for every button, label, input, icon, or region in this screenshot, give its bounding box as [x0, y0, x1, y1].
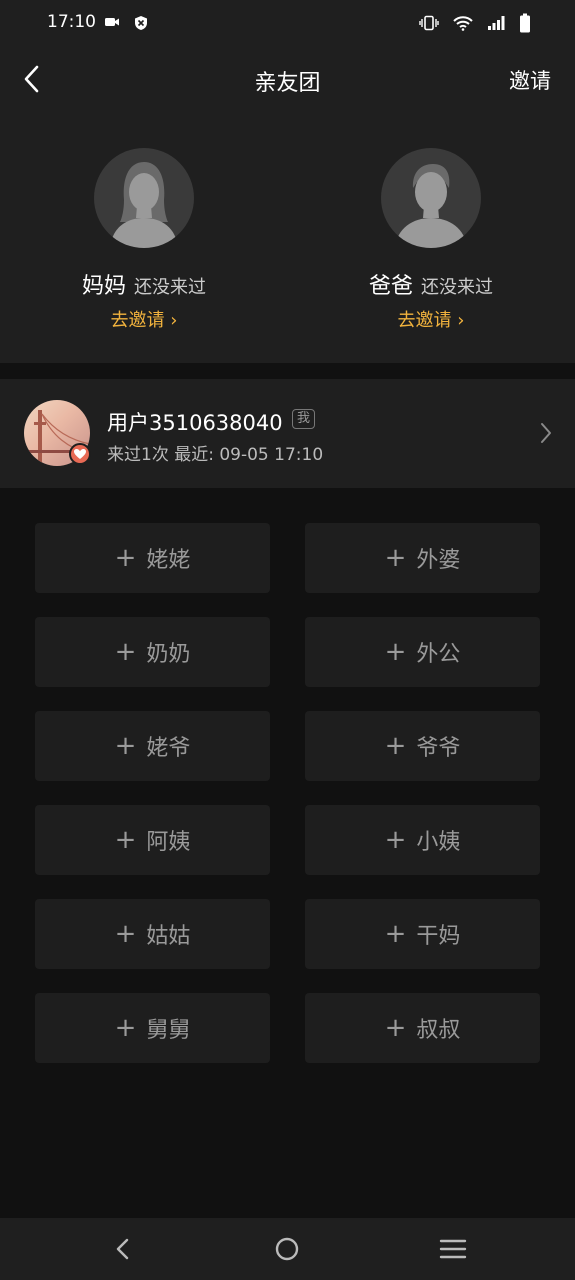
relation-label: 叔叔	[416, 1018, 461, 1043]
relations-grid: + 姥姥 + 外婆 + 奶奶 + 外公 + 姥爷 + 爷爷 + 阿姨 + 小姨 + 姑姑 + 干妈 …	[35, 523, 540, 1063]
add-relation-button[interactable]: + 姥爷	[35, 711, 270, 781]
parent-status: 还没来过	[134, 277, 206, 298]
relation-label: 小姨	[416, 830, 461, 855]
plus-icon: +	[384, 1013, 407, 1043]
nav-back-icon[interactable]	[108, 1237, 138, 1261]
relation-label: 姑姑	[146, 924, 191, 949]
parent-name: 爸爸	[368, 274, 413, 299]
nav-menu-icon[interactable]	[438, 1237, 468, 1261]
plus-icon: +	[384, 825, 407, 855]
page-title: 亲友团	[254, 71, 321, 96]
plus-icon: +	[384, 543, 407, 573]
add-relation-button[interactable]: + 小姨	[305, 805, 540, 875]
nav-home-icon[interactable]	[272, 1237, 302, 1261]
me-tag: 我	[292, 409, 316, 429]
chevron-right-icon	[541, 423, 551, 443]
add-relation-button[interactable]: + 外婆	[305, 523, 540, 593]
wifi-icon	[453, 16, 473, 31]
parent-status: 还没来过	[421, 277, 493, 298]
add-relation-button[interactable]: + 爷爷	[305, 711, 540, 781]
relation-label: 奶奶	[146, 642, 191, 667]
add-relation-button[interactable]: + 姑姑	[35, 899, 270, 969]
plus-icon: +	[114, 1013, 137, 1043]
relation-label: 外婆	[416, 548, 461, 573]
vibrate-icon	[419, 15, 439, 31]
relation-label: 爷爷	[416, 736, 461, 761]
go-invite-link[interactable]: 去邀请 ›	[311, 306, 551, 332]
plus-icon: +	[114, 543, 137, 573]
add-relation-button[interactable]: + 干妈	[305, 899, 540, 969]
status-bar: 17:10	[0, 0, 575, 48]
add-relation-button[interactable]: + 阿姨	[35, 805, 270, 875]
system-nav-bar	[0, 1218, 575, 1280]
parent-name: 妈妈	[81, 274, 126, 299]
invite-button[interactable]: 邀请	[509, 65, 551, 95]
add-relation-button[interactable]: + 姥姥	[35, 523, 270, 593]
plus-icon: +	[114, 919, 137, 949]
relation-label: 外公	[416, 642, 461, 667]
add-relation-button[interactable]: + 外公	[305, 617, 540, 687]
female-avatar-icon	[94, 148, 194, 248]
relation-label: 阿姨	[146, 830, 191, 855]
status-time: 17:10	[47, 12, 96, 32]
plus-icon: +	[114, 731, 137, 761]
plus-icon: +	[384, 637, 407, 667]
plus-icon: +	[114, 637, 137, 667]
add-relation-button[interactable]: + 奶奶	[35, 617, 270, 687]
plus-icon: +	[384, 919, 407, 949]
signal-icon	[488, 16, 505, 30]
video-record-icon	[105, 18, 119, 26]
plus-icon: +	[384, 731, 407, 761]
battery-icon	[520, 13, 530, 33]
parent-card-mom[interactable]: 妈妈 还没来过 去邀请 ›	[24, 148, 264, 348]
plus-icon: +	[114, 825, 137, 855]
add-relation-button[interactable]: + 舅舅	[35, 993, 270, 1063]
male-avatar-icon	[381, 148, 481, 248]
relation-label: 姥爷	[146, 736, 191, 761]
parent-card-dad[interactable]: 爸爸 还没来过 去邀请 ›	[311, 148, 551, 348]
shield-icon	[135, 16, 147, 30]
header-panel: 亲友团 邀请 妈妈 还没来过 去邀请 › 爸爸 还没来过 去邀请 ›	[0, 48, 575, 363]
heart-icon	[69, 443, 91, 465]
go-invite-link[interactable]: 去邀请 ›	[24, 306, 264, 332]
relation-label: 舅舅	[146, 1018, 191, 1043]
relation-label: 姥姥	[146, 548, 191, 573]
user-name: 用户3510638040	[107, 411, 283, 435]
relation-label: 干妈	[416, 924, 461, 949]
current-user-row[interactable]: 用户3510638040 我 来过1次 最近: 09-05 17:10	[0, 379, 575, 488]
add-relation-button[interactable]: + 叔叔	[305, 993, 540, 1063]
user-visit-info: 来过1次 最近: 09-05 17:10	[107, 445, 324, 465]
